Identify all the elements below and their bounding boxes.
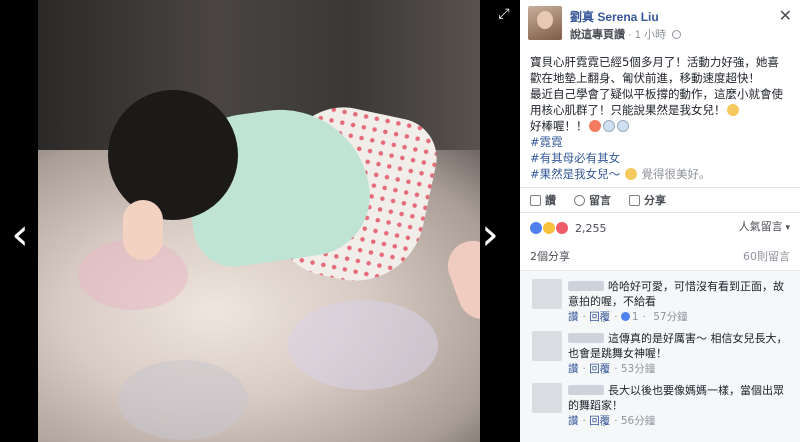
comment-like-link[interactable]: 讚 [568,415,579,427]
post-photo[interactable] [38,0,480,442]
comment-text: 這傳真的是好厲害～ 相信女兒長大，也會是跳舞女神喔！ [568,332,788,360]
post-text: 寶貝心肝霓霓已經5個多月了！活動力好強，她喜歡在地墊上翻身、匍伏前進，移動速度超… [520,48,800,182]
comment-button[interactable]: 留言 [574,192,611,208]
like-reaction-icon [530,222,542,234]
cloud-emoji-icon [616,120,629,132]
post-line: 寶貝心肝霓霓已經5個多月了！活動力好強，她喜歡在地墊上翻身、匍伏前進，移動速度超… [530,55,779,85]
comments-list: 哈哈好可愛，可惜沒有看到正面，故意拍的喔，不給看 讚 · 回覆 · 1 · 57分鐘 … [520,270,800,442]
comment-time[interactable]: 57分鐘 [653,311,687,323]
hashtag-link[interactable]: #果然是我女兒～ [530,167,620,181]
comment-text: 哈哈好可愛，可惜沒有看到正面，故意拍的喔，不給看 [568,280,784,308]
post-author[interactable]: 說這專頁讚 [570,29,625,41]
thumbs-up-icon [620,312,630,321]
comments-count: 60則留言 [743,250,790,263]
post-line: #果然是我女兒～ 覺得很美好。 [530,166,790,182]
hashtag-link[interactable]: #霓霓 [530,134,790,150]
post-actions: 讚 留言 分享 [520,187,800,213]
post-side-panel: 劉真 Serena Liu 說這專頁讚 · 1 小時 ✕ 寶貝心肝霓霓已經5個多… [520,0,800,442]
thumbs-up-icon [530,194,541,206]
comment-reply-link[interactable]: 回覆 [589,415,610,427]
comment-item: 長大以後也要像媽媽一樣，當個出眾的舞蹈家！ 讚 · 回覆 · 56分鐘 [528,381,792,427]
comment-text: 長大以後也要像媽媽一樣，當個出眾的舞蹈家！ [568,384,784,412]
share-row: 2個分享 60則留言 [520,246,800,266]
mat-pattern [288,300,438,390]
comment-reply-link[interactable]: 回覆 [589,363,610,375]
comment-like-link[interactable]: 讚 [568,363,579,375]
post-line: 最近自己學會了疑似平板撐的動作，這麼小就會使用核心肌群了！只能說果然是我女兒！ [530,87,783,117]
photo-viewer: ‹ › ⤢ [0,0,520,442]
page-avatar[interactable] [528,6,562,40]
comment-meta: 讚 · 回覆 · 1 · 57分鐘 [568,311,688,323]
comment-icon [574,194,585,206]
page-name-link[interactable]: 劉真 Serena Liu [570,8,659,25]
avatar[interactable] [532,383,562,413]
smile-emoji-icon [624,168,637,180]
comment-meta: 讚 · 回覆 · 56分鐘 [568,415,656,427]
comment-time[interactable]: 56分鐘 [621,415,655,427]
chevron-left-icon[interactable]: ‹ [8,213,32,257]
like-button[interactable]: 讚 [530,192,556,208]
hashtag-link[interactable]: #有其母必有其女 [530,150,790,166]
fullscreen-icon[interactable]: ⤢ [494,6,514,26]
post-line: 好棒喔！！ [530,118,790,134]
mat-pattern [118,360,248,440]
commenter-name[interactable] [568,385,604,395]
comment-reply-link[interactable]: 回覆 [589,311,610,323]
cloud-emoji-icon [602,120,615,132]
top-comments-dropdown[interactable]: 人氣留言 [739,218,790,234]
post-time[interactable]: 1 小時 [635,29,666,41]
comment-meta: 讚 · 回覆 · 53分鐘 [568,363,656,375]
baby-arm [123,200,163,260]
relieved-emoji-icon [726,104,739,116]
globe-icon [672,30,682,39]
feeling-text: 覺得很美好。 [641,167,711,181]
share-button[interactable]: 分享 [629,192,666,208]
shares-link[interactable]: 2個分享 [530,248,570,264]
post-meta: 說這專頁讚 · 1 小時 [570,26,682,42]
haha-reaction-icon [543,222,555,234]
baby-head [108,90,238,220]
commenter-name[interactable] [568,281,604,291]
reaction-count[interactable]: 2,255 [575,222,607,235]
avatar[interactable] [532,279,562,309]
reactions-summary[interactable]: 2,255 人氣留言 [520,218,800,238]
blush-emoji-icon [588,120,601,132]
commenter-name[interactable] [568,333,604,343]
close-icon[interactable]: ✕ [779,6,792,25]
post-header: 劉真 Serena Liu 說這專頁讚 · 1 小時 ✕ [520,0,800,48]
comment-time[interactable]: 53分鐘 [621,363,655,375]
comment-item: 這傳真的是好厲害～ 相信女兒長大，也會是跳舞女神喔！ 讚 · 回覆 · 53分鐘 [528,329,792,375]
love-reaction-icon [556,222,568,234]
chevron-right-icon[interactable]: › [478,213,502,257]
comment-item: 哈哈好可愛，可惜沒有看到正面，故意拍的喔，不給看 讚 · 回覆 · 1 · 57分鐘 [528,277,792,323]
share-icon [629,194,640,206]
avatar[interactable] [532,331,562,361]
comment-like-link[interactable]: 讚 [568,311,579,323]
